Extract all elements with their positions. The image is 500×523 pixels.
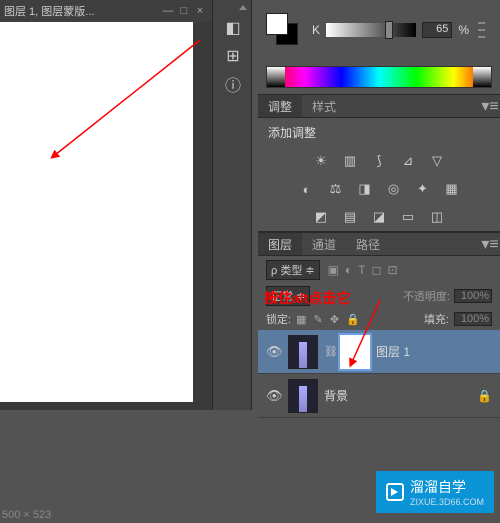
canvas-gutter <box>193 22 212 410</box>
color-panel: K 65 % <box>258 0 500 60</box>
tab-channels[interactable]: 通道 <box>302 233 346 255</box>
k-value-input[interactable]: 65 <box>422 22 452 38</box>
tab-layers[interactable]: 图层 <box>258 233 302 255</box>
fill-input[interactable]: 100% <box>454 312 492 326</box>
lock-all-icon[interactable]: 🔒 <box>346 314 360 326</box>
minimize-icon[interactable]: — <box>160 5 176 17</box>
color-balance-icon[interactable]: ⚖ <box>325 179 347 199</box>
adjustment-icons-row1: ☀ ▥ ⟆ ⊿ ▽ <box>258 147 500 175</box>
filter-shape-icon[interactable]: ◻ <box>371 263 381 277</box>
invert-icon[interactable]: ◩ <box>310 207 332 227</box>
selective-color-icon[interactable]: ◫ <box>426 207 448 227</box>
lock-icon: 🔒 <box>477 389 492 403</box>
brightness-icon[interactable]: ☀ <box>310 151 332 171</box>
vibrance-icon[interactable]: ▽ <box>426 151 448 171</box>
filter-pixel-icon[interactable]: ▣ <box>328 263 339 277</box>
foreground-color-swatch[interactable] <box>266 13 288 35</box>
panel-expand-handle[interactable] <box>213 0 251 14</box>
play-icon <box>386 483 404 501</box>
lock-position-icon[interactable]: ✥ <box>330 314 339 326</box>
exposure-icon[interactable]: ⊿ <box>397 151 419 171</box>
layer-row-background[interactable]: 👁 背景 🔒 <box>258 374 500 418</box>
add-adjustment-label: 添加调整 <box>258 118 500 147</box>
watermark-url: ZIXUE.3D66.COM <box>410 497 484 507</box>
posterize-icon[interactable]: ▤ <box>339 207 361 227</box>
close-icon[interactable]: × <box>192 5 208 17</box>
color-swatches[interactable] <box>266 13 300 47</box>
opacity-input[interactable]: 100% <box>454 289 492 303</box>
hue-sat-icon[interactable]: ◐ <box>296 179 318 199</box>
mask-link-icon[interactable]: ⛓ <box>324 345 334 358</box>
layers-menu-icon[interactable]: ▾≡ <box>480 233 500 255</box>
layer-filter-kind[interactable]: ρ 类型 ≑ <box>266 260 320 280</box>
photo-filter-icon[interactable]: ◎ <box>383 179 405 199</box>
watermark-badge: 溜溜自学 ZIXUE.3D66.COM <box>376 471 494 513</box>
layer-name[interactable]: 背景 <box>324 387 471 404</box>
k-slider[interactable] <box>326 23 416 37</box>
adjustment-icons-row3: ◩ ▤ ◪ ▭ ◫ <box>258 203 500 231</box>
tab-styles[interactable]: 样式 <box>302 95 346 117</box>
history-panel-icon[interactable]: ◧ <box>213 14 253 42</box>
info-panel-icon[interactable]: ⓘ <box>213 70 253 98</box>
lock-label: 锁定: <box>266 311 291 327</box>
document-canvas[interactable] <box>0 22 193 402</box>
tab-adjustments[interactable]: 调整 <box>258 95 302 117</box>
layer-thumbnail[interactable] <box>288 379 318 413</box>
slider-thumb[interactable] <box>385 21 393 39</box>
color-lookup-icon[interactable]: ▦ <box>441 179 463 199</box>
filter-adjust-icon[interactable]: ◐ <box>345 263 352 277</box>
chevron-down-icon: ≑ <box>305 264 314 277</box>
watermark-brand: 溜溜自学 <box>410 479 466 495</box>
percent-label: % <box>458 23 469 37</box>
panel-menu-icon[interactable]: ▾≡ <box>480 95 500 117</box>
levels-icon[interactable]: ▥ <box>339 151 361 171</box>
gradient-map-icon[interactable]: ▭ <box>397 207 419 227</box>
panel-grip[interactable] <box>478 22 492 38</box>
adjustment-icons-row2: ◐ ⚖ ◨ ◎ ✦ ▦ <box>258 175 500 203</box>
filter-type-icon[interactable]: T <box>358 263 365 277</box>
visibility-toggle-icon[interactable]: 👁 <box>266 344 282 360</box>
curves-icon[interactable]: ⟆ <box>368 151 390 171</box>
dimensions-label: 500 × 523 <box>2 509 51 521</box>
annotation-text: 按住alt点击它 <box>264 288 350 308</box>
filter-smart-icon[interactable]: ⊡ <box>387 263 397 277</box>
bw-icon[interactable]: ◨ <box>354 179 376 199</box>
layer-mask-thumbnail[interactable] <box>340 335 370 369</box>
layer-filter-icons: ▣ ◐ T ◻ ⊡ <box>328 263 398 277</box>
properties-panel-icon[interactable]: ⊞ <box>213 42 253 70</box>
restore-icon[interactable]: □ <box>176 5 192 17</box>
fill-label: 填充: <box>424 311 449 327</box>
lock-transparency-icon[interactable]: ▦ <box>296 314 306 326</box>
channel-mixer-icon[interactable]: ✦ <box>412 179 434 199</box>
layer-thumbnail[interactable] <box>288 335 318 369</box>
document-title: 图层 1, 图层蒙版... <box>4 3 160 19</box>
lock-pixels-icon[interactable]: ✎ <box>314 314 323 326</box>
layer-name[interactable]: 图层 1 <box>376 343 492 360</box>
tab-paths[interactable]: 路径 <box>346 233 390 255</box>
layer-row-1[interactable]: 👁 ⛓ 图层 1 <box>258 330 500 374</box>
channel-k-label: K <box>312 23 320 37</box>
visibility-toggle-icon[interactable]: 👁 <box>266 388 282 404</box>
color-spectrum[interactable] <box>266 66 492 88</box>
opacity-label: 不透明度: <box>403 288 450 304</box>
document-tab[interactable]: 图层 1, 图层蒙版... — □ × <box>0 0 212 22</box>
threshold-icon[interactable]: ◪ <box>368 207 390 227</box>
collapsed-panel-strip: ◧ ⊞ ⓘ <box>212 0 252 410</box>
